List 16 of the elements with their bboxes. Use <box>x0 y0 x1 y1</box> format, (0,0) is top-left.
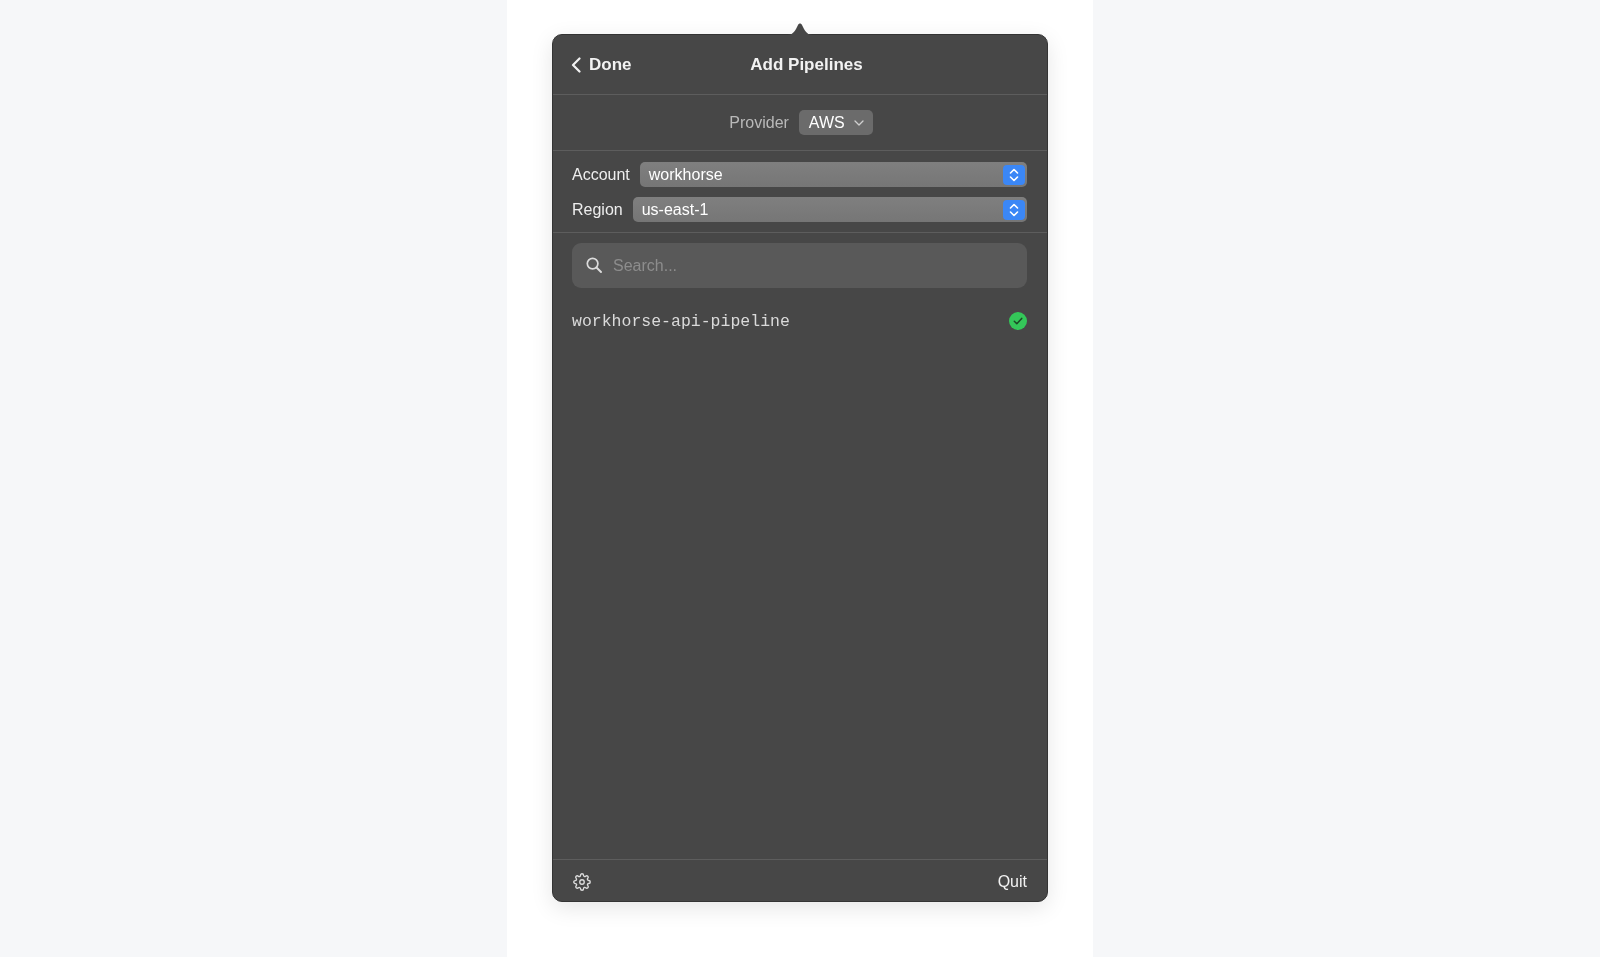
stepper-icon <box>1003 164 1025 185</box>
stepper-icon <box>1003 199 1025 220</box>
select-field[interactable]: workhorse <box>639 162 1027 187</box>
field-label: Region <box>572 200 623 219</box>
provider-dropdown[interactable]: AWS <box>798 110 873 135</box>
done-button[interactable]: Done <box>571 54 632 75</box>
field-label: Account <box>572 165 630 184</box>
chevron-left-icon <box>571 56 581 73</box>
provider-label: Provider <box>729 113 789 132</box>
select-field[interactable]: us-east-1 <box>632 197 1027 222</box>
chevron-down-icon <box>853 119 864 126</box>
quit-button[interactable]: Quit <box>997 872 1027 891</box>
settings-icon[interactable] <box>573 872 591 891</box>
pipeline-name[interactable]: workhorse-api-pipeline <box>572 311 790 331</box>
search-icon <box>586 257 602 273</box>
popover-title: Add Pipelines <box>750 54 863 75</box>
